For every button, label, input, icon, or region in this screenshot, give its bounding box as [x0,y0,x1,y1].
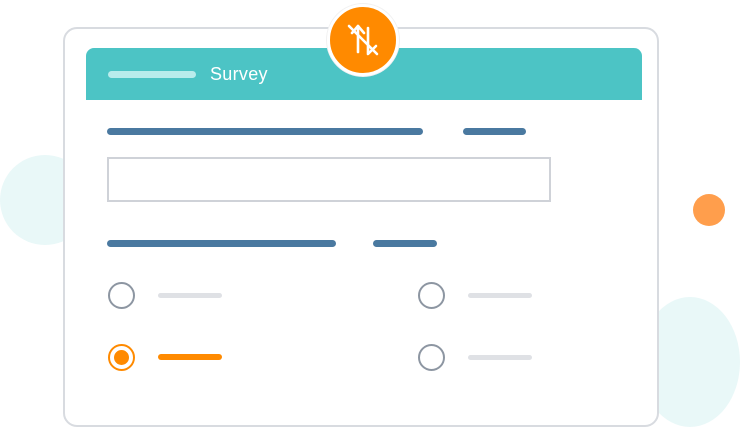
option-label-line [468,355,532,360]
option-label-line-selected [158,354,222,360]
question-label-line [107,240,336,247]
radio-selected-dot [114,350,129,365]
radio-option[interactable] [418,344,445,371]
radio-option[interactable] [418,282,445,309]
decorative-dot [693,194,725,226]
question-label-line [107,128,423,135]
option-label-line [468,293,532,298]
option-label-line [158,293,222,298]
header-placeholder-line [108,70,196,78]
question-label-line [463,128,526,135]
answer-input[interactable] [107,157,551,202]
radio-option[interactable] [108,282,135,309]
survey-title: Survey [210,63,268,84]
question-label-line [373,240,437,247]
survey-card: Survey [63,27,659,427]
no-translate-icon [327,4,399,76]
radio-option-selected[interactable] [108,344,135,371]
